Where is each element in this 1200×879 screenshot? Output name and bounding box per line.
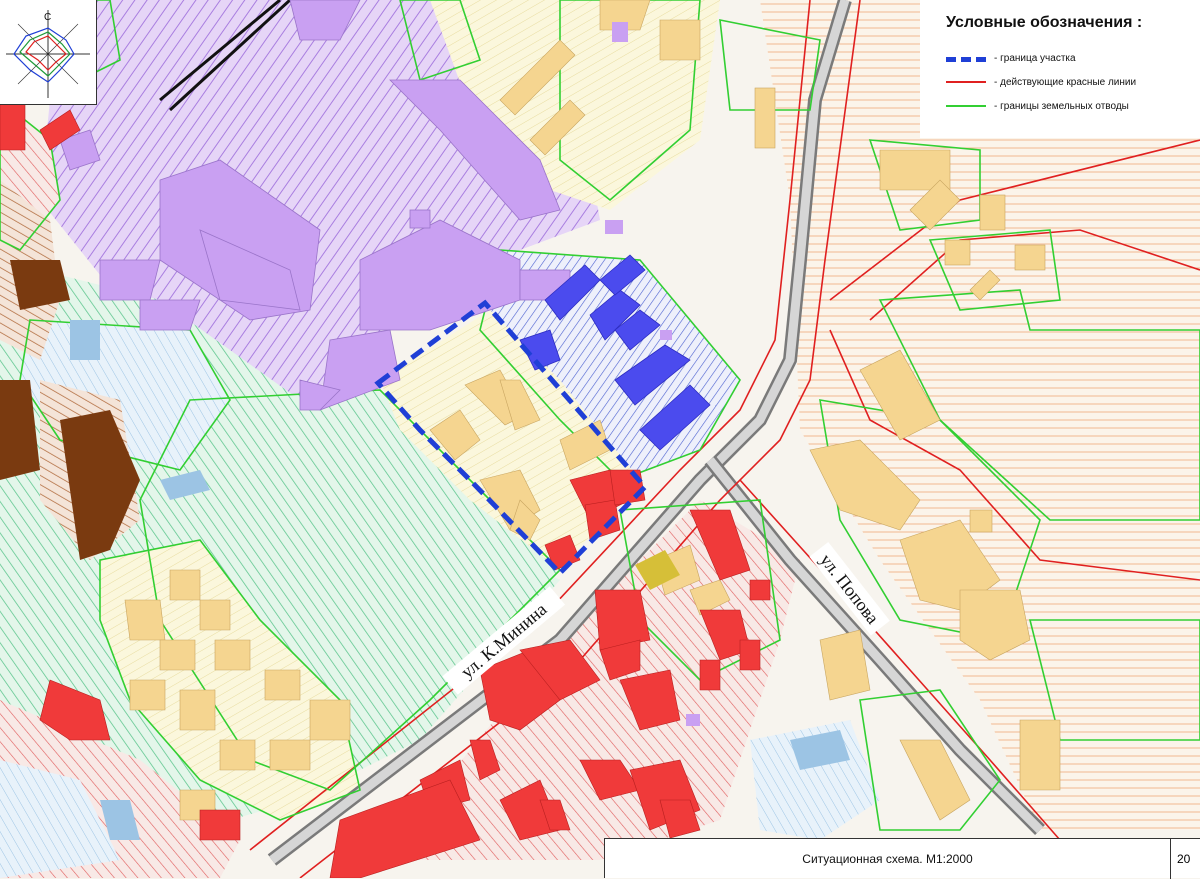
drawing-title: Ситуационная схема. М1:2000 [802,851,973,866]
small-building [660,330,672,340]
legend-label: - действующие красные линии [994,76,1137,88]
legend-item-land-allotment: - границы земельных отводы [946,94,1186,118]
legend-label: - граница участка [994,52,1076,64]
north-label: С [44,12,51,23]
title-block: Ситуационная схема. М1:2000 20 [604,838,1200,879]
sheet-number: 20 [1170,838,1200,879]
green-line-icon [946,105,986,107]
map-legend: Условные обозначения : - граница участка… [920,0,1200,138]
dashed-blue-line-icon [946,56,986,62]
wind-rose-icon: С [6,10,90,98]
legend-item-red-lines: - действующие красные линии [946,70,1186,94]
wind-rose-panel: С [0,0,97,105]
small-building [686,714,700,726]
small-building [612,22,628,42]
red-line-icon [946,81,986,83]
legend-item-plot-boundary: - граница участка [946,46,1186,70]
small-building [605,220,623,234]
legend-title: Условные обозначения : [946,14,1143,31]
legend-label: - границы земельных отводы [994,100,1129,112]
